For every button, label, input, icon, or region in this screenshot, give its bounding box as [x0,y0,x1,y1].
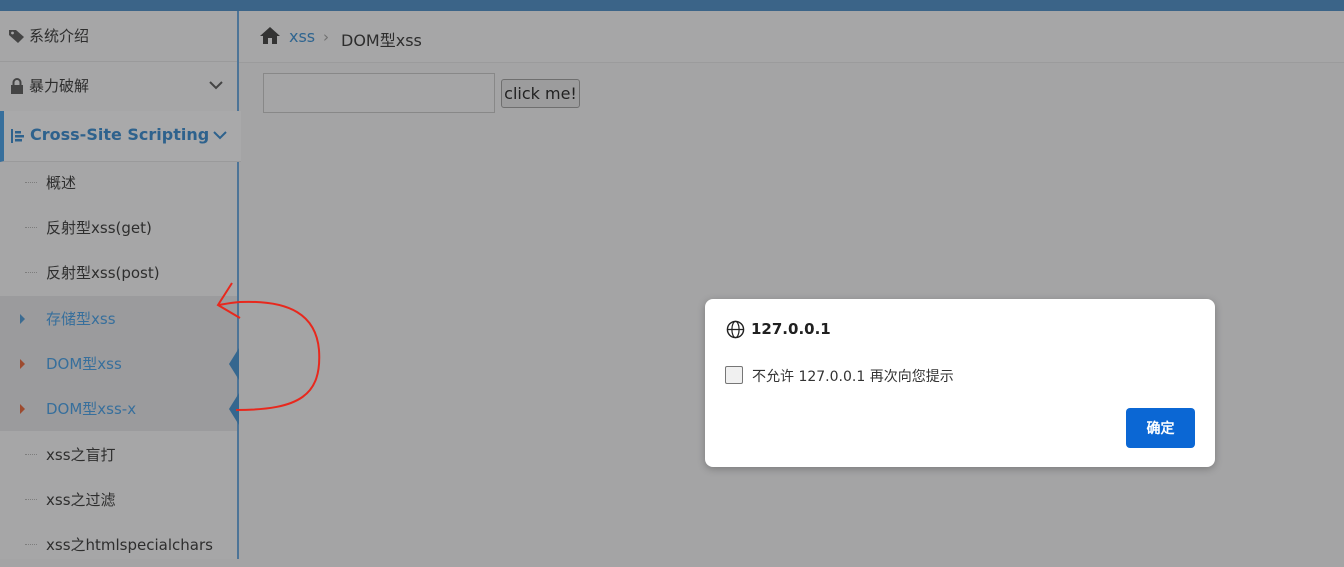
sidebar-subitem-dom-x[interactable]: DOM型xss-x [0,386,239,431]
sidebar-subitem-label: DOM型xss [46,355,122,373]
caret-right-icon [20,314,25,324]
caret-right-icon [20,359,25,369]
sidebar-item-xss[interactable]: Cross-Site Scripting [0,111,241,162]
payload-input[interactable] [263,73,495,113]
dialog-title: 127.0.0.1 [751,320,831,338]
active-marker [229,348,239,380]
sitemap-icon [11,129,24,143]
breadcrumb: xss › DOM型xss [239,11,1344,63]
click-me-button[interactable]: click me! [501,79,580,108]
sidebar-item-label: Cross-Site Scripting [30,125,210,144]
sidebar-subitem-label: 反射型xss(get) [46,219,152,237]
home-icon[interactable] [259,26,281,45]
alert-dialog: 127.0.0.1 不允许 127.0.0.1 再次向您提示 确定 [705,299,1215,467]
breadcrumb-current: DOM型xss [341,31,422,50]
lock-icon [11,78,23,94]
sidebar-subitem-label: DOM型xss-x [46,400,137,418]
sidebar-subitem-blind[interactable]: xss之盲打 [0,432,237,477]
top-bar [0,0,1344,11]
sidebar-item-label: 系统介绍 [29,27,90,45]
active-marker [229,393,239,425]
sidebar-subitem-label: 存储型xss [46,310,116,328]
sidebar-subitem-label: 反射型xss(post) [46,264,160,282]
sidebar-item-brute-force[interactable]: 暴力破解 [0,61,237,112]
sidebar-subitem-label: xss之盲打 [46,446,116,464]
sidebar-item-intro[interactable]: 系统介绍 [0,11,237,62]
caret-right-icon [20,404,25,414]
sidebar-subitem-reflected-post[interactable]: 反射型xss(post) [0,250,237,295]
ok-button[interactable]: 确定 [1126,408,1195,448]
sidebar-subitem-htmlspecialchars[interactable]: xss之htmlspecialchars [0,522,237,567]
globe-icon [726,320,745,339]
suppress-checkbox-label: 不允许 127.0.0.1 再次向您提示 [752,369,954,385]
breadcrumb-link-xss[interactable]: xss [289,27,315,46]
chevron-down-icon [213,131,227,140]
sidebar-subitem-dom[interactable]: DOM型xss [0,341,239,386]
sidebar-subitem-label: xss之过滤 [46,491,116,509]
sidebar-subitem-reflected-get[interactable]: 反射型xss(get) [0,205,237,250]
breadcrumb-separator: › [323,28,329,46]
sidebar-item-label: 暴力破解 [29,77,90,95]
chevron-down-icon [209,81,223,90]
sidebar-subitem-filter[interactable]: xss之过滤 [0,477,237,522]
sidebar-subitem-overview[interactable]: 概述 [0,160,237,205]
suppress-checkbox[interactable] [725,366,743,384]
sidebar: 系统介绍 暴力破解 Cross-Site Scripting 概述 反射型xss… [0,11,241,559]
sidebar-subitem-stored[interactable]: 存储型xss [0,296,237,341]
sidebar-subitem-label: 概述 [46,174,77,192]
sidebar-subitem-label: xss之htmlspecialchars [46,536,213,554]
tags-icon [9,30,24,43]
